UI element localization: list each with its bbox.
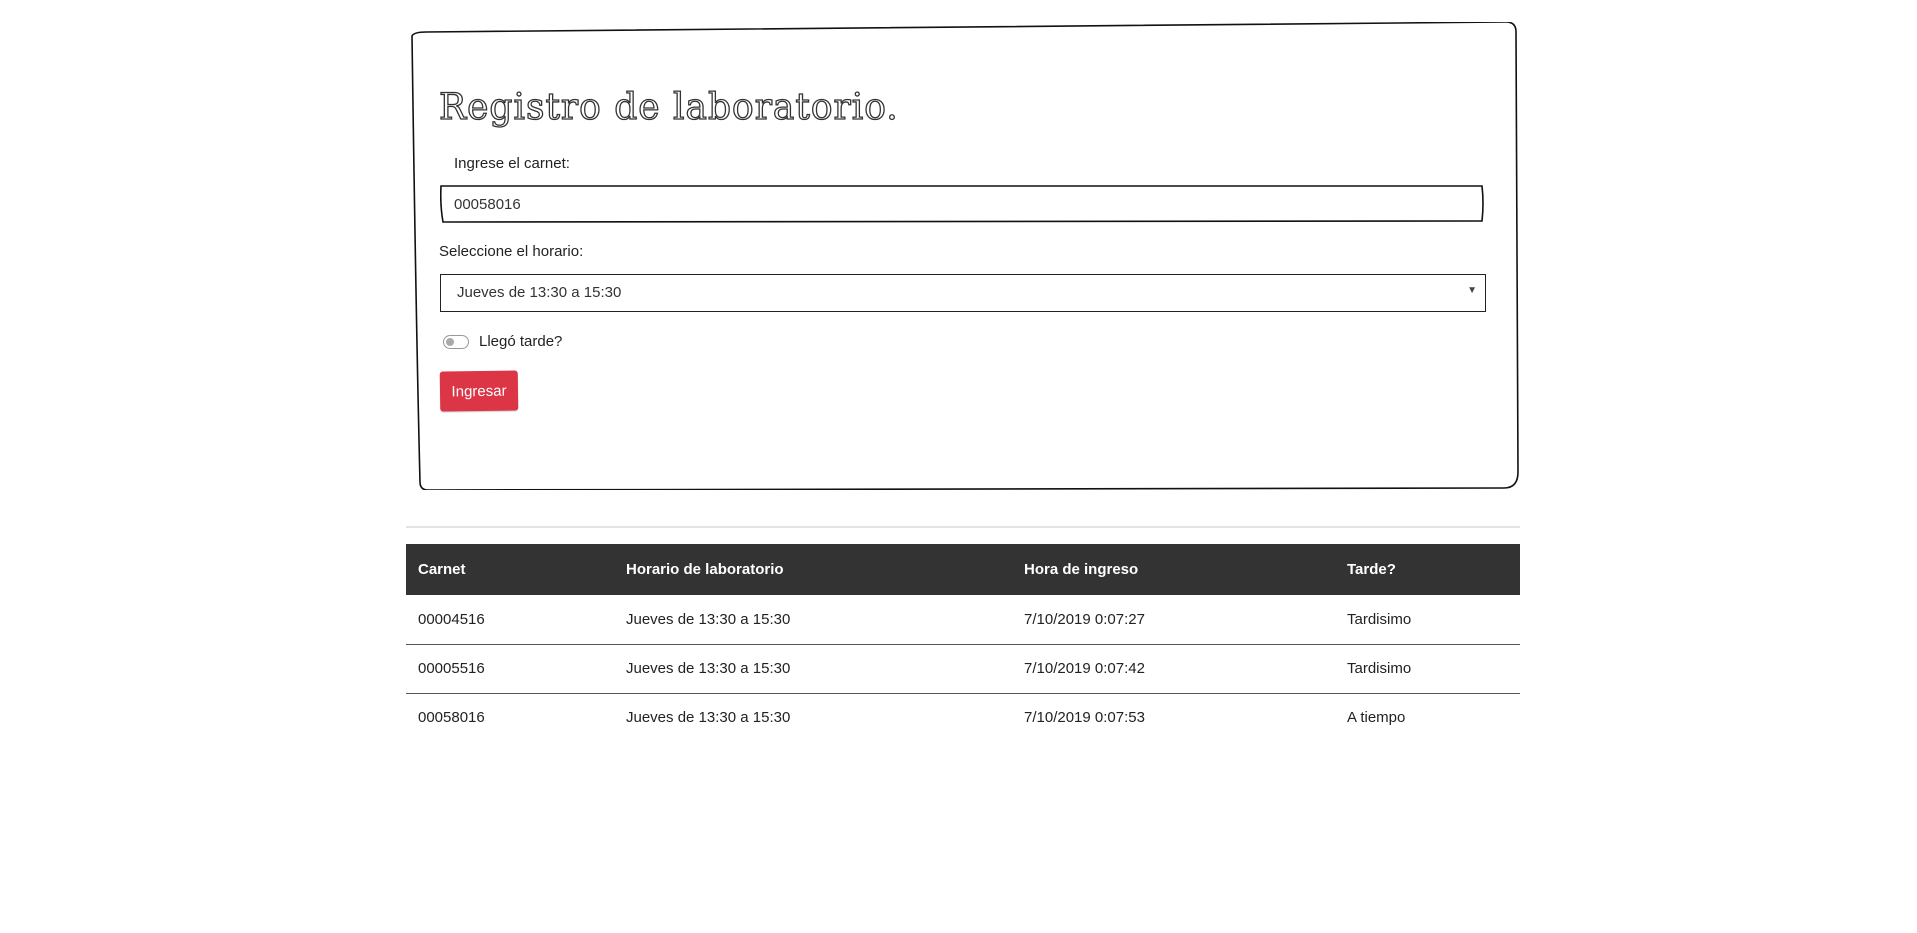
- cell-hora-ingreso: 7/10/2019 0:07:42: [1012, 644, 1335, 694]
- cell-hora-ingreso: 7/10/2019 0:07:27: [1012, 595, 1335, 645]
- horario-select[interactable]: Jueves de 13:30 a 15:30 ▼: [440, 274, 1486, 312]
- carnet-field-wrapper: [440, 185, 1484, 223]
- cell-carnet: 00058016: [418, 709, 485, 727]
- toggle-knob: [446, 338, 454, 346]
- divider: [406, 526, 1520, 528]
- table-row: 00058016 Jueves de 13:30 a 15:30 7/10/20…: [406, 693, 1520, 742]
- cell-tarde: Tardisimo: [1335, 644, 1520, 694]
- table-header-row: Carnet Horario de laboratorio Hora de in…: [406, 544, 1520, 595]
- column-header-carnet: Carnet: [406, 544, 614, 595]
- cell-tarde: Tardisimo: [1335, 595, 1520, 645]
- records-table: Carnet Horario de laboratorio Hora de in…: [406, 544, 1520, 742]
- page-title: Registro de laboratorio.: [438, 86, 899, 128]
- registration-card: Registro de laboratorio. Ingrese el carn…: [406, 22, 1520, 490]
- cell-hora-ingreso: 7/10/2019 0:07:53: [1024, 709, 1145, 727]
- cell-horario: Jueves de 13:30 a 15:30: [614, 644, 1012, 694]
- submit-button[interactable]: Ingresar: [439, 370, 519, 412]
- column-header-horario: Horario de laboratorio: [614, 544, 1012, 595]
- chevron-down-icon: ▼: [1467, 285, 1477, 296]
- horario-selected-value: Jueves de 13:30 a 15:30: [457, 284, 622, 301]
- carnet-label: Ingrese el carnet:: [454, 155, 570, 172]
- horario-label: Seleccione el horario:: [439, 243, 584, 260]
- column-header-hora-ingreso: Hora de ingreso: [1012, 544, 1335, 595]
- cell-horario: Jueves de 13:30 a 15:30: [626, 709, 791, 727]
- cell-carnet: 00005516: [406, 644, 614, 694]
- table-row: 00004516 Jueves de 13:30 a 15:30 7/10/20…: [406, 595, 1520, 645]
- late-toggle-label: Llegó tarde?: [479, 333, 563, 350]
- late-toggle[interactable]: [443, 335, 469, 349]
- table-row: 00005516 Jueves de 13:30 a 15:30 7/10/20…: [406, 644, 1520, 694]
- page: Registro de laboratorio. Ingrese el carn…: [0, 0, 1917, 933]
- cell-horario: Jueves de 13:30 a 15:30: [614, 595, 1012, 645]
- cell-carnet: 00004516: [406, 595, 614, 645]
- cell-tarde: A tiempo: [1347, 709, 1406, 727]
- column-header-tarde: Tarde?: [1335, 544, 1520, 595]
- carnet-input[interactable]: [442, 187, 1480, 221]
